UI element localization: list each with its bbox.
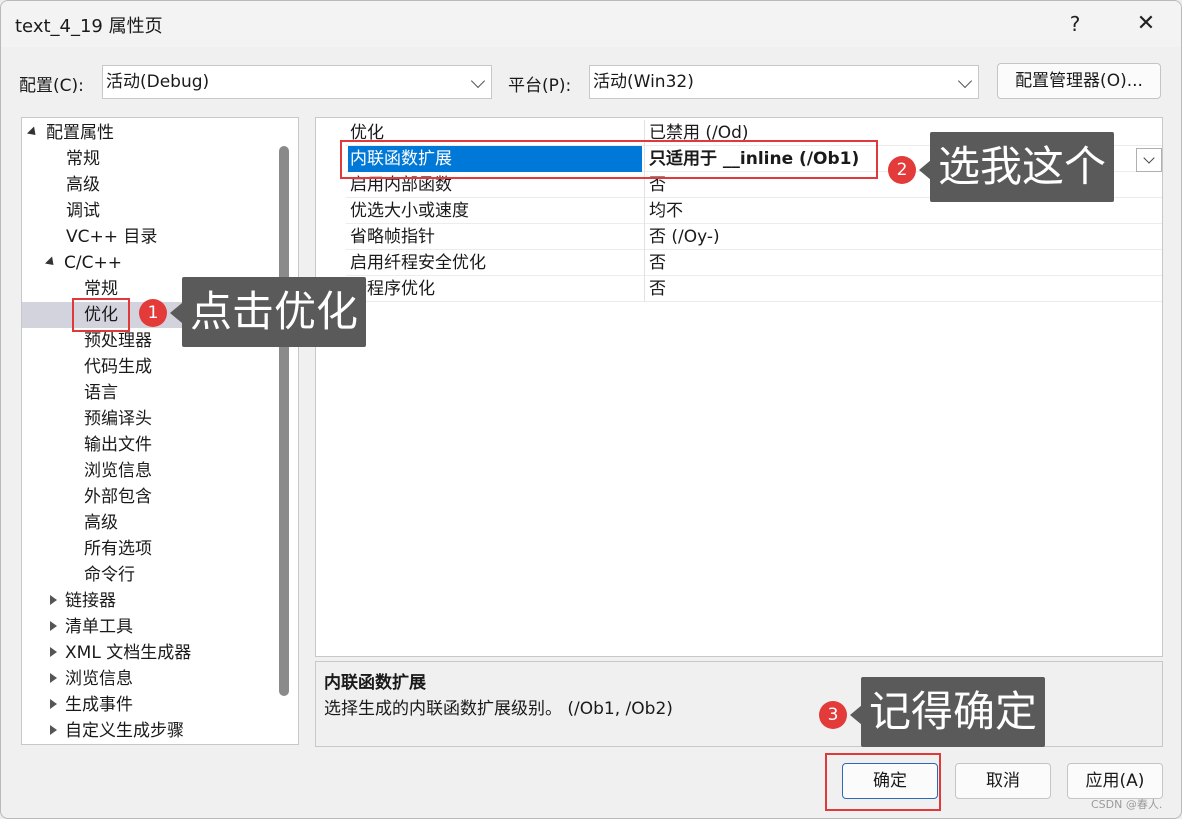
property-value: 否 <box>644 276 1144 302</box>
chevron-down-icon <box>957 73 973 89</box>
callout-step-3: 记得确定 <box>861 677 1046 747</box>
apply-button[interactable]: 应用(A) <box>1067 763 1163 799</box>
collapsed-icon <box>50 621 57 631</box>
help-button[interactable]: ? <box>1057 9 1093 39</box>
platform-dropdown[interactable]: 活动(Win32) <box>589 65 979 99</box>
tree-item-precompiled-headers[interactable]: 预编译头 <box>84 406 152 432</box>
tree-item-all-options[interactable]: 所有选项 <box>84 536 152 562</box>
tree-scrollbar[interactable] <box>279 146 289 696</box>
highlight-box-ok <box>825 753 941 811</box>
tree-item-external-includes[interactable]: 外部包含 <box>84 484 152 510</box>
tree-item-label: 配置属性 <box>46 123 114 143</box>
tree-item-general[interactable]: 常规 <box>66 146 100 172</box>
collapsed-icon <box>50 647 57 657</box>
tree-item-vc-directories[interactable]: VC++ 目录 <box>66 224 157 250</box>
tree-item-config-properties[interactable]: 配置属性 <box>26 120 114 146</box>
window-title: text_4_19 属性页 <box>15 16 163 37</box>
grid-row-fiber-safe[interactable]: 启用纤程安全优化 否 <box>346 250 1162 276</box>
tree-item-label: C/C++ <box>64 253 122 273</box>
tree-item-advanced[interactable]: 高级 <box>66 172 100 198</box>
tree-item-command-line[interactable]: 命令行 <box>84 562 135 588</box>
config-label: 配置(C): <box>19 76 84 96</box>
grid-row-omit-frame-pointers[interactable]: 省略帧指针 否 (/Oy-) <box>346 224 1162 250</box>
tree-item-browse-information[interactable]: 浏览信息 <box>50 666 133 692</box>
tree-item-label: 清单工具 <box>65 617 133 637</box>
grid-row-whole-program[interactable]: 全程序优化 否 <box>346 276 1162 302</box>
callout-step-2: 选我这个 <box>930 132 1115 202</box>
tree-item-label: 自定义生成步骤 <box>65 721 184 741</box>
value-dropdown-button[interactable] <box>1136 148 1162 172</box>
tree-item-xml-doc-generator[interactable]: XML 文档生成器 <box>50 640 191 666</box>
property-name: 全程序优化 <box>350 279 435 299</box>
property-name: 优选大小或速度 <box>350 201 469 221</box>
tree-item-custom-build-step[interactable]: 自定义生成步骤 <box>50 718 184 744</box>
property-tree: 配置属性 常规 高级 调试 VC++ 目录 C/C++ 常规 优化 预处理器 代… <box>21 117 299 745</box>
property-name: 省略帧指针 <box>350 227 435 247</box>
property-pages-dialog: text_4_19 属性页 ? ✕ 配置(C): 活动(Debug) 平台(P)… <box>0 0 1182 819</box>
tree-item-language[interactable]: 语言 <box>84 380 118 406</box>
chevron-down-icon <box>1143 152 1155 164</box>
tree-item-label: XML 文档生成器 <box>65 643 192 663</box>
highlight-box-optimization <box>72 298 130 332</box>
collapsed-icon <box>50 673 57 683</box>
property-value: 否 <box>644 250 1144 276</box>
tree-item-browse-info[interactable]: 浏览信息 <box>84 458 152 484</box>
step-3-badge: 3 <box>819 701 847 729</box>
tree-item-debugging[interactable]: 调试 <box>66 198 100 224</box>
close-button[interactable]: ✕ <box>1128 9 1164 39</box>
tree-item-linker[interactable]: 链接器 <box>50 588 116 614</box>
config-manager-button[interactable]: 配置管理器(O)... <box>997 63 1161 99</box>
property-value: 否 (/Oy-) <box>644 224 1144 250</box>
description-text: 选择生成的内联函数扩展级别。 (/Ob1, /Ob2) <box>324 699 673 719</box>
step-1-badge: 1 <box>139 299 167 327</box>
callout-pointer <box>170 303 182 323</box>
expanded-icon <box>44 256 58 269</box>
property-name: 启用纤程安全优化 <box>350 253 486 273</box>
title-bar: text_4_19 属性页 ? ✕ <box>1 1 1181 47</box>
chevron-down-icon <box>470 73 486 89</box>
tree-item-label: 链接器 <box>65 591 116 611</box>
callout-step-1: 点击优化 <box>182 277 367 347</box>
platform-value: 活动(Win32) <box>593 72 694 92</box>
description-title: 内联函数扩展 <box>324 673 426 693</box>
tree-item-label: 浏览信息 <box>65 669 133 689</box>
config-dropdown[interactable]: 活动(Debug) <box>102 65 492 99</box>
platform-label: 平台(P): <box>508 76 572 96</box>
tree-item-cpp[interactable]: C/C++ <box>44 250 122 276</box>
tree-item-manifest-tool[interactable]: 清单工具 <box>50 614 133 640</box>
collapsed-icon <box>50 595 57 605</box>
config-value: 活动(Debug) <box>106 72 210 92</box>
watermark: CSDN @春人. <box>1091 798 1163 811</box>
tree-item-build-events[interactable]: 生成事件 <box>50 692 133 718</box>
tree-item-code-generation[interactable]: 代码生成 <box>84 354 152 380</box>
collapsed-icon <box>50 725 57 735</box>
tree-item-output-files[interactable]: 输出文件 <box>84 432 152 458</box>
highlight-box-inline-expansion <box>340 140 878 179</box>
cancel-button[interactable]: 取消 <box>955 763 1051 799</box>
collapsed-icon <box>50 699 57 709</box>
step-2-badge: 2 <box>888 156 916 184</box>
tree-item-label: 生成事件 <box>65 695 133 715</box>
expanded-icon <box>26 126 40 139</box>
tree-item-cpp-advanced[interactable]: 高级 <box>84 510 118 536</box>
